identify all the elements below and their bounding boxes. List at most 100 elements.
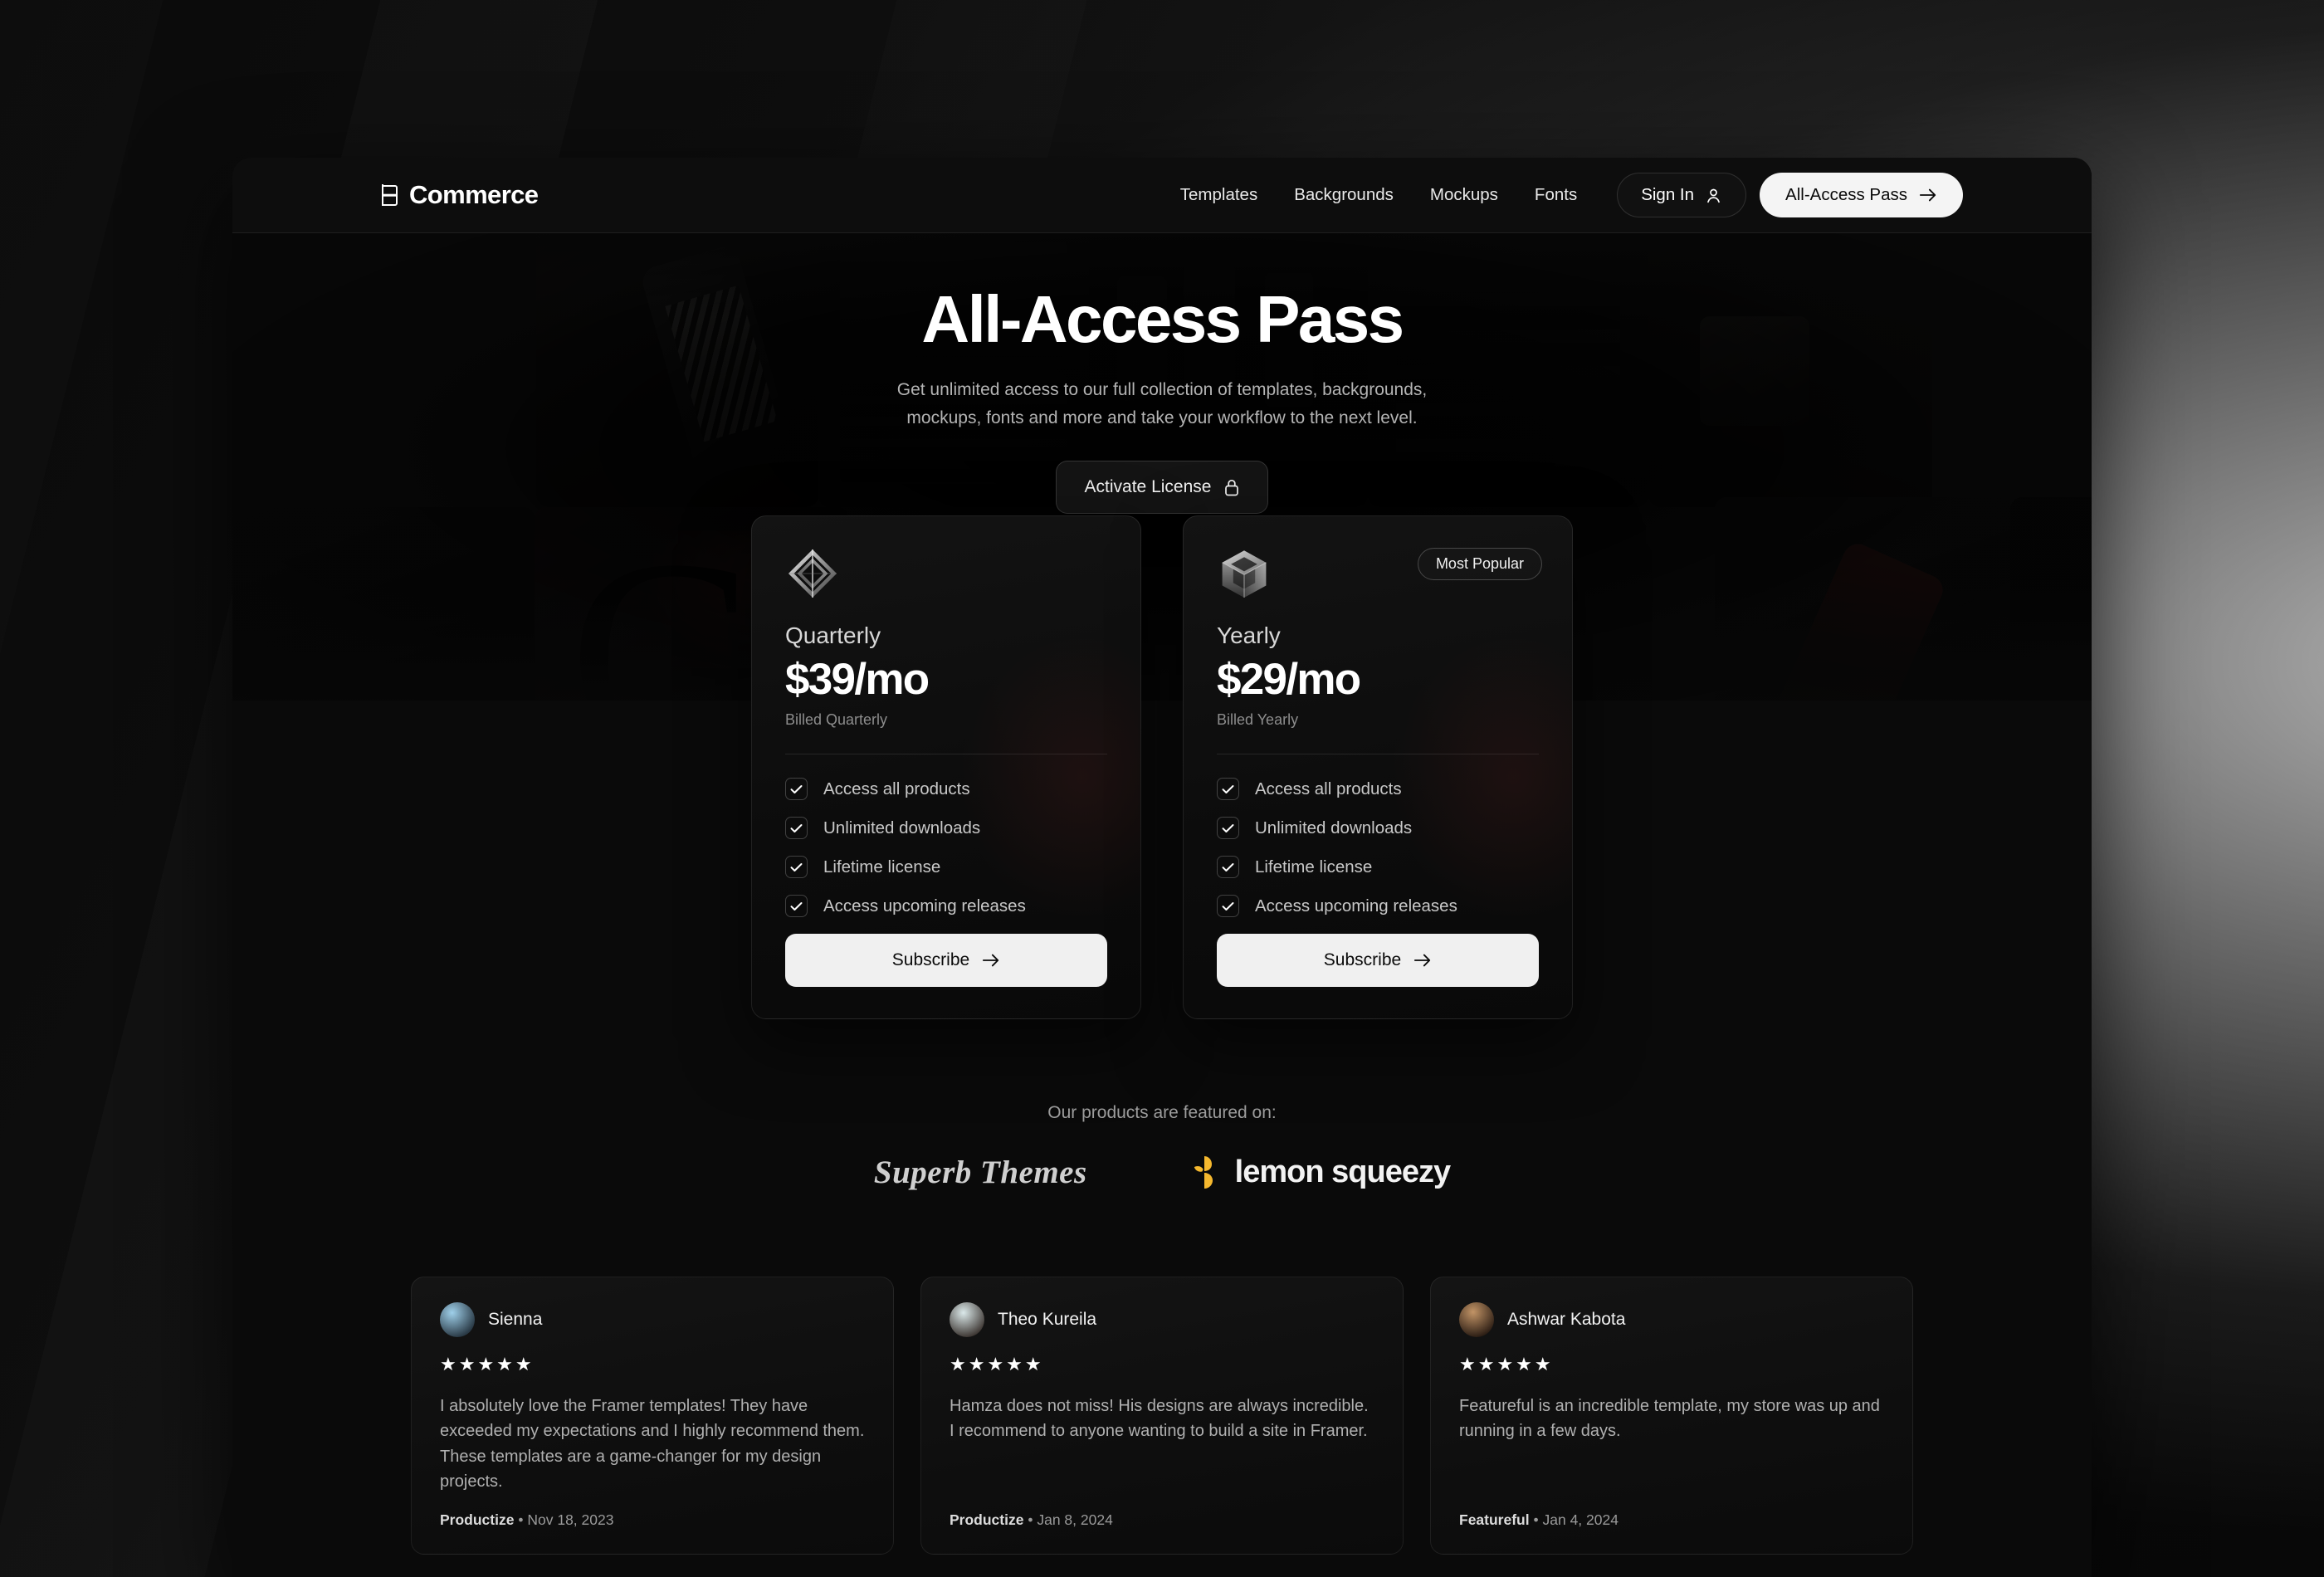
arrow-right-icon [1413, 953, 1432, 968]
diamond-gem-icon [785, 546, 840, 601]
subscribe-button-yearly[interactable]: Subscribe [1217, 934, 1539, 987]
testimonial-header: Sienna [440, 1302, 865, 1337]
plan-billing-note: Billed Yearly [1217, 711, 1299, 728]
check-icon [1217, 856, 1239, 878]
meta-separator: • [1533, 1511, 1539, 1528]
lemon-squeezy-wordmark: lemon squeezy [1234, 1155, 1451, 1189]
nav-link-backgrounds[interactable]: Backgrounds [1276, 185, 1412, 205]
check-icon [1217, 895, 1239, 917]
testimonial-product: Productize [440, 1511, 515, 1528]
testimonial-card: Theo Kureila ★★★★★ Hamza does not miss! … [920, 1277, 1404, 1555]
superb-themes-logo: Superb Themes [873, 1155, 1087, 1190]
plan-feature: Lifetime license [1217, 856, 1539, 878]
all-access-pass-button[interactable]: All-Access Pass [1760, 173, 1963, 217]
arrow-right-icon [982, 953, 1000, 968]
testimonial-card: Sienna ★★★★★ I absolutely love the Frame… [411, 1277, 894, 1555]
testimonial-card: Ashwar Kabota ★★★★★ Featureful is an inc… [1430, 1277, 1913, 1555]
plan-billing-note: Billed Quarterly [785, 711, 888, 728]
arrow-right-icon [1919, 188, 1937, 203]
plan-feature-label: Lifetime license [1255, 857, 1373, 876]
plan-feature-label: Access all products [823, 779, 970, 798]
header-nav: Templates Backgrounds Mockups Fonts Sign… [1162, 173, 1963, 217]
plan-feature: Access all products [1217, 778, 1539, 800]
status-badge-most-popular: Most Popular [1417, 548, 1542, 580]
plan-feature-label: Access upcoming releases [823, 896, 1026, 915]
cube-gem-icon [1217, 546, 1272, 601]
testimonial-product: Featureful [1459, 1511, 1530, 1528]
rating-stars: ★★★★★ [950, 1354, 1044, 1374]
subscribe-label: Subscribe [891, 950, 970, 969]
check-icon [1217, 817, 1239, 839]
testimonial-date: Nov 18, 2023 [527, 1511, 614, 1528]
check-icon [785, 856, 808, 878]
plan-name: Quarterly [785, 622, 881, 648]
avatar [440, 1302, 475, 1337]
featured-logo-row: Superb Themes lemon squeezy [232, 1154, 2092, 1191]
sign-in-button[interactable]: Sign In [1617, 173, 1747, 217]
featured-on-label: Our products are featured on: [1047, 1103, 1277, 1122]
plan-feature: Unlimited downloads [785, 817, 1107, 839]
site-header: Commerce Templates Backgrounds Mockups F… [232, 158, 2092, 233]
testimonial-body: I absolutely love the Framer templates! … [440, 1397, 865, 1492]
testimonials-grid: Sienna ★★★★★ I absolutely love the Frame… [232, 1277, 2092, 1577]
brand-logo[interactable]: Commerce [376, 180, 539, 210]
nav-link-fonts[interactable]: Fonts [1516, 185, 1595, 205]
testimonial-author: Ashwar Kabota [1507, 1310, 1626, 1329]
plan-feature: Unlimited downloads [1217, 817, 1539, 839]
testimonial-product: Productize [950, 1511, 1024, 1528]
plan-price: $29/mo [1217, 655, 1361, 704]
meta-separator: • [1028, 1511, 1033, 1528]
testimonial-meta: Featureful • Jan 4, 2024 [1459, 1511, 1884, 1529]
activate-license-button[interactable]: Activate License [1055, 461, 1269, 515]
plan-price: $39/mo [785, 655, 930, 704]
nav-link-templates[interactable]: Templates [1162, 185, 1276, 205]
sign-in-label: Sign In [1641, 185, 1695, 204]
testimonial-date: Jan 4, 2024 [1542, 1511, 1618, 1528]
hero-subtitle-line2: mockups, fonts and more and take your wo… [906, 408, 1418, 428]
check-icon [785, 778, 808, 800]
plan-feature: Lifetime license [785, 856, 1107, 878]
avatar [950, 1302, 984, 1337]
brand-name: Commerce [409, 180, 539, 209]
rating-stars: ★★★★★ [1459, 1354, 1554, 1374]
avatar [1459, 1302, 1494, 1337]
plan-feature: Access upcoming releases [785, 895, 1107, 917]
plan-feature-label: Lifetime license [823, 857, 941, 876]
lock-icon [1224, 479, 1239, 496]
check-icon [1217, 778, 1239, 800]
testimonial-author: Sienna [488, 1310, 543, 1329]
plan-feature-label: Access all products [1255, 779, 1402, 798]
testimonial-meta: Productize • Nov 18, 2023 [440, 1511, 865, 1529]
plan-feature: Access all products [785, 778, 1107, 800]
featured-on-section: Our products are featured on: Superb The… [232, 1103, 2092, 1191]
plan-feature-label: Unlimited downloads [1255, 818, 1413, 837]
testimonial-meta: Productize • Jan 8, 2024 [950, 1511, 1374, 1529]
nav-link-mockups[interactable]: Mockups [1412, 185, 1516, 205]
rating-stars: ★★★★★ [440, 1354, 535, 1374]
hero-subtitle-line1: Get unlimited access to our full collect… [896, 380, 1428, 399]
subscribe-label: Subscribe [1323, 950, 1402, 969]
plan-feature-label: Access upcoming releases [1255, 896, 1457, 915]
plan-feature-label: Unlimited downloads [823, 818, 981, 837]
plan-feature: Access upcoming releases [1217, 895, 1539, 917]
activate-license-label: Activate License [1084, 477, 1212, 497]
page-frame: Commerce Templates Backgrounds Mockups F… [232, 158, 2092, 1577]
testimonial-header: Ashwar Kabota [1459, 1302, 1884, 1337]
user-icon [1705, 187, 1722, 204]
subscribe-button-quarterly[interactable]: Subscribe [785, 934, 1107, 987]
lemon-squeezy-logo: lemon squeezy [1191, 1155, 1451, 1191]
pricing-card-yearly: Most Popular Yearly $29/mo Billed Yearly… [1183, 515, 1573, 1019]
check-icon [785, 895, 808, 917]
all-access-pass-label: All-Access Pass [1785, 185, 1907, 204]
plan-name: Yearly [1217, 622, 1281, 648]
testimonial-body: Hamza does not miss! His designs are alw… [950, 1397, 1369, 1441]
testimonial-body: Featureful is an incredible template, my… [1459, 1397, 1880, 1441]
hero-content: All-Access Pass Get unlimited access to … [232, 233, 2092, 515]
meta-separator: • [518, 1511, 524, 1528]
lemon-mark-icon [1194, 1155, 1213, 1189]
pricing-section: Quarterly $39/mo Billed Quarterly Access… [232, 515, 2092, 1019]
check-icon [785, 817, 808, 839]
hero-subtitle: Get unlimited access to our full collect… [232, 376, 2092, 432]
pricing-card-quarterly: Quarterly $39/mo Billed Quarterly Access… [751, 515, 1141, 1019]
commerce-logo-icon [376, 183, 398, 207]
